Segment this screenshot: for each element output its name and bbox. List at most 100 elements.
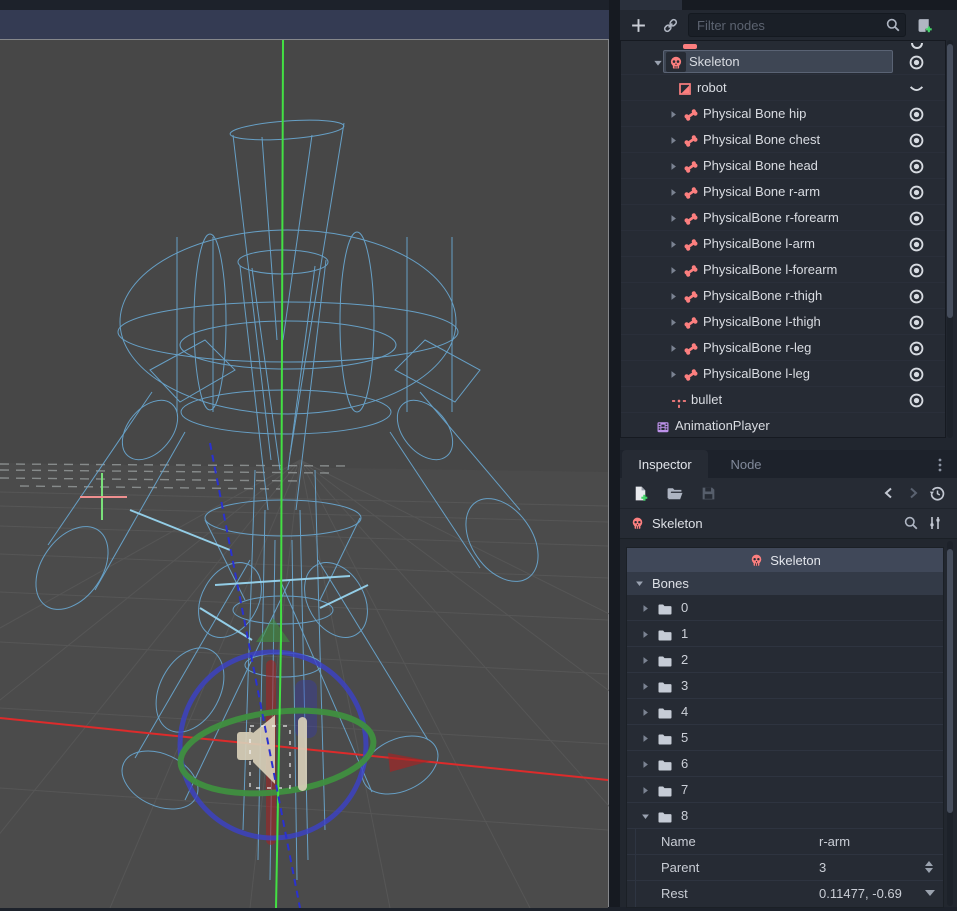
bone-index: 4 [681,704,688,719]
expand-arrow-icon[interactable] [667,184,680,199]
bone-row-1[interactable]: 1 [627,621,943,647]
bone-row-2[interactable]: 2 [627,647,943,673]
bone-row-5[interactable]: 5 [627,725,943,751]
inspector-object-bar: Skeleton [620,508,957,538]
expand-value-chevron[interactable] [925,890,935,896]
tab-node[interactable]: Node [716,450,776,478]
property-label: Name [661,834,696,849]
eye-open-icon [911,291,923,303]
inspector-tab-bar: Inspector Node [620,450,957,478]
property-value-name[interactable]: r-arm [819,834,850,849]
property-row-parent: Parent 3 [627,855,943,881]
tools-icon [930,517,939,529]
visibility-toggle[interactable] [908,54,925,71]
tree-row-bullet[interactable]: bullet [621,387,945,413]
save-resource-button[interactable] [696,481,720,505]
visibility-toggle[interactable] [908,340,925,357]
object-history-button[interactable] [925,481,949,505]
visibility-toggle[interactable] [908,106,925,123]
property-value-rest[interactable]: 0.11477, -0.69 [819,886,902,901]
folder-open-icon [667,488,682,499]
attach-script-button[interactable] [912,13,936,37]
visibility-toggle[interactable] [908,158,925,175]
bone-row-6[interactable]: 6 [627,751,943,777]
visibility-toggle[interactable] [908,80,925,97]
expand-arrow-icon[interactable] [667,158,680,173]
visibility-toggle[interactable] [908,314,925,331]
instance-scene-button[interactable] [658,13,682,37]
folder-icon [657,600,673,617]
folder-icon [657,704,673,721]
visibility-toggle[interactable] [908,184,925,201]
visibility-toggle[interactable] [908,236,925,253]
tree-row-skeleton[interactable]: Skeleton [621,49,945,75]
viewport-3d[interactable] [0,39,609,907]
visibility-toggle[interactable] [908,392,925,409]
history-forward-button[interactable] [901,481,925,505]
tree-row-robot[interactable]: robot [621,75,945,101]
expand-arrow-icon[interactable] [667,106,680,121]
tree-row-bone-r-leg[interactable]: PhysicalBone r-leg [621,335,945,361]
eye-open-icon [911,161,923,173]
bone-icon [683,236,699,253]
expand-arrow-icon[interactable] [667,236,680,251]
manage-object-properties-button[interactable] [923,511,947,535]
expand-arrow-icon[interactable] [667,210,680,225]
tree-row-bone-l-thigh[interactable]: PhysicalBone l-thigh [621,309,945,335]
eye-open-icon [911,369,923,381]
bone-row-4[interactable]: 4 [627,699,943,725]
visibility-toggle[interactable] [908,288,925,305]
tab-inspector[interactable]: Inspector [622,450,708,478]
expand-arrow-icon[interactable] [667,314,680,329]
expand-arrow-icon[interactable] [667,340,680,355]
header-label: Skeleton [770,553,821,568]
history-back-button[interactable] [877,481,901,505]
bone-row-0[interactable]: 0 [627,595,943,621]
inspector-scroll-area[interactable]: Skeleton Bones 0 1 [620,538,957,907]
expand-arrow-icon [639,782,652,797]
bone-row-8[interactable]: 8 [627,803,943,829]
property-value-parent[interactable]: 3 [819,860,826,875]
property-search-button[interactable] [899,511,923,535]
bone-row-7[interactable]: 7 [627,777,943,803]
dock-menu-button[interactable] [932,456,948,473]
eye-open-icon [911,213,923,225]
tree-row-bone-l-leg[interactable]: PhysicalBone l-leg [621,361,945,387]
bone-row-3[interactable]: 3 [627,673,943,699]
tree-row-animationplayer[interactable]: AnimationPlayer [621,413,945,438]
tree-row-bone-l-arm[interactable]: PhysicalBone l-arm [621,231,945,257]
visibility-toggle[interactable] [908,262,925,279]
tree-row-bone-r-forearm[interactable]: PhysicalBone r-forearm [621,205,945,231]
property-label: Rest [661,886,688,901]
scene-tree-scrollbar[interactable] [947,40,953,438]
scene-dock-tab[interactable] [620,0,682,10]
tab-label: Node [730,457,761,472]
tree-row-bone-head[interactable]: Physical Bone head [621,153,945,179]
category-bones[interactable]: Bones [627,572,943,595]
expand-arrow-icon[interactable] [667,262,680,277]
expand-arrow-icon[interactable] [667,132,680,147]
dock-tab-strip [620,0,957,10]
eye-open-icon [911,187,923,199]
expand-arrow-icon[interactable] [667,366,680,381]
expand-arrow-icon [639,756,652,771]
script-add-icon [918,19,931,32]
visibility-toggle[interactable] [908,132,925,149]
eye-open-icon [911,239,923,251]
new-resource-button[interactable] [628,481,652,505]
visibility-toggle[interactable] [908,366,925,383]
tree-row-bone-l-forearm[interactable]: PhysicalBone l-forearm [621,257,945,283]
load-resource-button[interactable] [662,481,686,505]
inspector-scrollbar[interactable] [947,541,953,906]
expand-arrow-icon[interactable] [667,288,680,303]
collapse-arrow-icon[interactable] [651,54,665,70]
bone-icon [683,366,699,383]
spinner-control[interactable] [925,861,933,873]
tree-row-bone-r-arm[interactable]: Physical Bone r-arm [621,179,945,205]
tree-row-bone-chest[interactable]: Physical Bone chest [621,127,945,153]
filter-nodes-input[interactable] [688,13,906,37]
tree-row-bone-hip[interactable]: Physical Bone hip [621,101,945,127]
add-node-button[interactable] [626,13,650,37]
tree-row-bone-r-thigh[interactable]: PhysicalBone r-thigh [621,283,945,309]
visibility-toggle[interactable] [908,210,925,227]
